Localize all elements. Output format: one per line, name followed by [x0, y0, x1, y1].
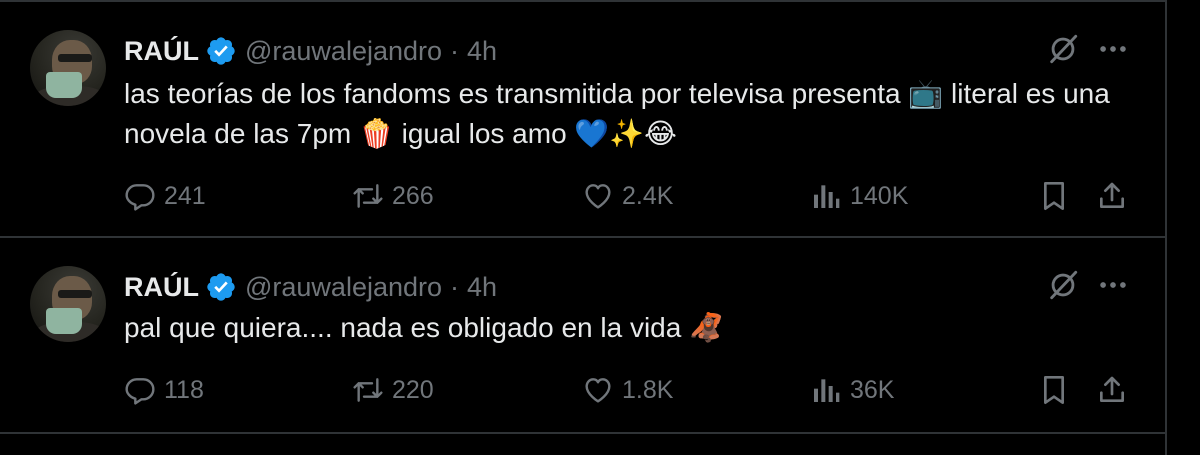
share-button[interactable] [1096, 370, 1128, 410]
tweet-header: RAÚL @rauwalejandro · 4h [124, 270, 497, 304]
tweet-header: RAÚL @rauwalejandro · 4h [124, 34, 497, 68]
grok-icon[interactable] [1046, 32, 1080, 66]
separator-dot: · [450, 35, 460, 66]
reply-button[interactable]: 118 [124, 370, 204, 410]
like-button[interactable]: 1.8K [582, 370, 673, 410]
heart-icon [585, 378, 611, 403]
separator-dot: · [450, 271, 460, 302]
repost-count: 266 [392, 181, 434, 210]
reply-icon [125, 184, 155, 211]
reply-count: 118 [164, 375, 204, 404]
tweet-card[interactable]: RAÚL @rauwalejandro · 4h pal que quiera.… [0, 238, 1165, 434]
author-name[interactable]: RAÚL [124, 272, 199, 303]
verified-badge-icon [207, 273, 235, 301]
author-handle[interactable]: @rauwalejandro [245, 36, 442, 67]
timeline-feed: RAÚL @rauwalejandro · 4h las teorías de … [0, 0, 1167, 455]
repost-button[interactable]: 220 [352, 370, 434, 410]
repost-icon [353, 184, 383, 208]
share-button[interactable] [1096, 176, 1128, 216]
tweet-text: pal que quiera.... nada es obligado en l… [124, 312, 724, 343]
share-icon [1100, 376, 1124, 402]
author-handle[interactable]: @rauwalejandro [245, 272, 442, 303]
bookmark-button[interactable] [1038, 176, 1070, 216]
repost-count: 220 [392, 375, 434, 404]
views-button[interactable]: 140K [810, 176, 908, 216]
repost-icon [353, 378, 383, 402]
repost-button[interactable]: 266 [352, 176, 434, 216]
avatar[interactable] [30, 30, 106, 106]
grok-icon[interactable] [1046, 268, 1080, 302]
bookmark-icon [1044, 182, 1064, 210]
avatar[interactable] [30, 266, 106, 342]
more-options-icon[interactable] [1096, 32, 1130, 66]
author-name[interactable]: RAÚL [124, 36, 199, 67]
verified-badge-icon [207, 37, 235, 65]
bookmark-button[interactable] [1038, 370, 1070, 410]
tweet-card[interactable]: RAÚL @rauwalejandro · 4h las teorías de … [0, 2, 1165, 238]
timestamp[interactable]: 4h [467, 36, 497, 67]
views-chart-icon [814, 379, 840, 402]
views-chart-icon [814, 185, 840, 208]
heart-icon [585, 184, 611, 209]
tweet-text: las teorías de los fandoms es transmitid… [124, 78, 1110, 149]
tweet-actions: 241 266 2.4K 140K [120, 176, 1140, 216]
like-button[interactable]: 2.4K [582, 176, 673, 216]
views-button[interactable]: 36K [810, 370, 894, 410]
like-count: 2.4K [622, 181, 674, 210]
reply-button[interactable]: 241 [124, 176, 206, 216]
reply-count: 241 [164, 181, 206, 210]
views-count: 36K [850, 375, 895, 404]
more-options-icon[interactable] [1096, 268, 1130, 302]
bookmark-icon [1044, 376, 1064, 404]
like-count: 1.8K [622, 375, 674, 404]
reply-icon [125, 378, 155, 405]
views-count: 140K [850, 181, 909, 210]
timestamp[interactable]: 4h [467, 272, 497, 303]
tweet-actions: 118 220 1.8K 36K [120, 370, 1140, 410]
share-icon [1100, 182, 1124, 208]
